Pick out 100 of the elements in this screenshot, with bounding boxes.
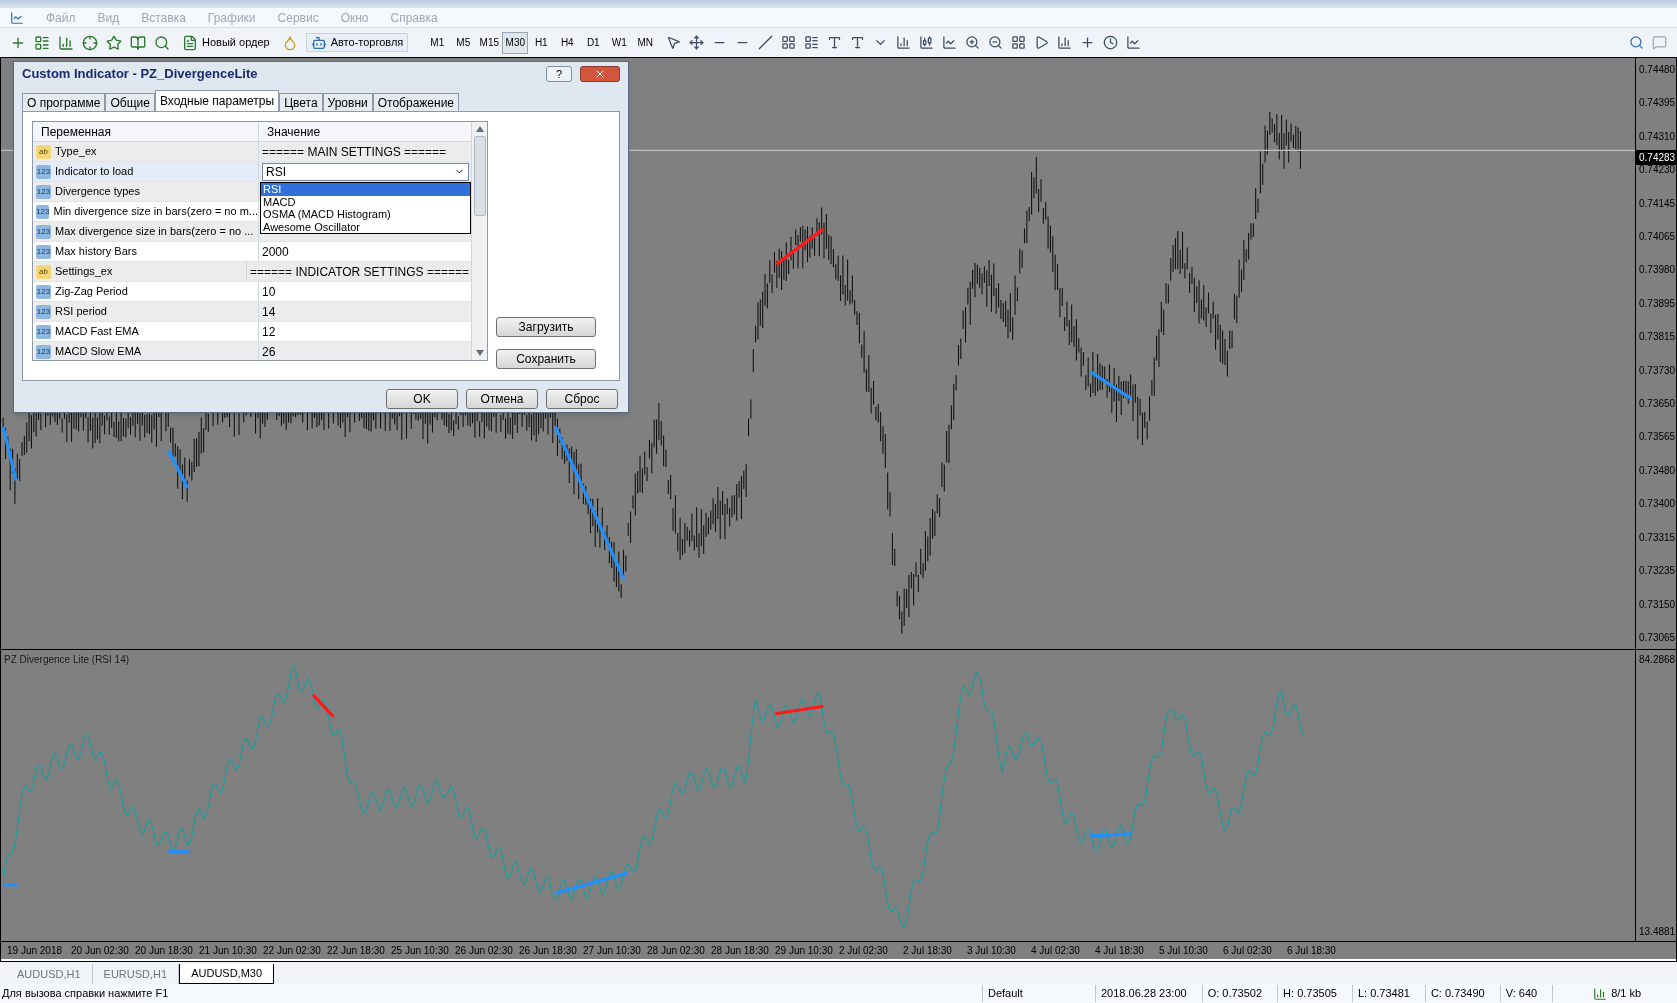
parameter-value: 10: [262, 283, 276, 301]
side-button[interactable]: Загрузить: [496, 317, 596, 337]
time-label: 22 Jun 18:30: [327, 944, 386, 958]
help-button[interactable]: ?: [546, 66, 572, 82]
price-label: 0.73565: [1639, 430, 1676, 445]
time-label: 2 Jul 18:30: [903, 944, 953, 958]
time-label: 26 Jun 18:30: [519, 944, 578, 958]
price-label: 0.73980: [1639, 263, 1676, 278]
traffic-text: 8/1 kb: [1611, 986, 1642, 1002]
dialog-tab[interactable]: Цвета: [279, 93, 323, 111]
dropdown-option[interactable]: RSI: [261, 183, 470, 196]
bullish-divergence-line: [1, 426, 18, 481]
timeframe-button[interactable]: D1: [580, 31, 607, 54]
search-icon[interactable]: [1629, 35, 1644, 50]
type-badge: 123: [36, 284, 51, 299]
scrollbar[interactable]: [471, 122, 487, 360]
bullish-divergence-line: [166, 449, 189, 489]
parameter-row[interactable]: 123 Zig-Zag Period 10: [33, 282, 471, 302]
dropdown-option[interactable]: Awesome Oscillator: [261, 220, 470, 233]
line-chart-icon[interactable]: [942, 35, 958, 50]
column-header[interactable]: Переменная: [33, 122, 259, 141]
type-badge: ab: [36, 264, 51, 279]
type-badge: 123: [36, 304, 51, 319]
parameter-row[interactable]: 123 MACD Slow EMA 26: [33, 342, 471, 360]
dropdown-option[interactable]: OSMA (MACD Histogram): [261, 208, 470, 221]
dialog-tab[interactable]: Входные параметры: [154, 90, 280, 111]
timeframe-button[interactable]: M15: [476, 31, 503, 54]
time-label: 6 Jul 02:30: [1223, 944, 1273, 958]
current-price-label: 0.74283: [1636, 150, 1677, 165]
new-order-icon: [182, 34, 198, 51]
auto-trading-button[interactable]: Авто-торговля: [305, 33, 409, 52]
time-label: 20 Jun 18:30: [135, 944, 194, 958]
scroll-up-arrow-icon[interactable]: [475, 126, 484, 132]
favorites-icon[interactable]: [106, 34, 122, 51]
zoom-in-icon[interactable]: [965, 35, 981, 50]
chart-tab[interactable]: AUDUSD,M30: [179, 964, 275, 984]
close-button[interactable]: [580, 66, 620, 82]
parameter-name: Min divergence size in bars(zero = no m...: [53, 204, 258, 220]
timeframe-button[interactable]: MN: [632, 31, 659, 54]
parameter-name: Max history Bars: [55, 244, 137, 260]
price-label: 0.73895: [1639, 296, 1676, 311]
timeframe-button[interactable]: H1: [528, 31, 555, 54]
time-label: 4 Jul 18:30: [1095, 944, 1145, 958]
parameter-row[interactable]: 123 Max history Bars 2000: [33, 242, 471, 262]
parameter-name: MACD Fast EMA: [55, 324, 139, 340]
timeframe-button[interactable]: M1: [424, 31, 451, 54]
type-badge: 123: [36, 324, 51, 339]
time-label: 19 Jun 2018: [7, 944, 64, 958]
price-label: 0.73400: [1639, 497, 1676, 512]
scroll-down-arrow-icon[interactable]: [475, 350, 484, 356]
text-label-icon[interactable]: [850, 35, 866, 50]
type-badge: 123: [36, 244, 51, 259]
parameter-row[interactable]: 123 MACD Fast EMA 12: [33, 322, 471, 342]
type-badge: 123: [36, 164, 51, 179]
type-badge: ab: [36, 144, 51, 159]
new-order-button[interactable]: Новый ордер: [178, 34, 274, 51]
dialog-tab[interactable]: Уровни: [322, 93, 373, 111]
dialog-button[interactable]: Отмена: [466, 389, 538, 409]
parameter-name: RSI period: [55, 304, 107, 320]
side-button[interactable]: Сохранить: [496, 349, 596, 369]
tile-windows-icon[interactable]: [1011, 35, 1027, 50]
parameter-name: MACD Slow EMA: [55, 344, 142, 360]
timeframe-button[interactable]: M30: [502, 31, 529, 54]
parameter-row[interactable]: ab Settings_ex ====== INDICATOR SETTINGS ======: [33, 262, 471, 282]
zoom-out-icon[interactable]: [988, 35, 1004, 50]
indicator-dropdown[interactable]: RSI: [262, 162, 469, 181]
trendline-icon[interactable]: [758, 35, 774, 50]
indicator-min-label: 13.4881: [1639, 925, 1676, 939]
periods-icon[interactable]: [1103, 35, 1119, 50]
dialog-tab[interactable]: Общие: [105, 93, 155, 111]
price-label: 0.73815: [1639, 330, 1676, 345]
dialog-button[interactable]: OK: [386, 389, 458, 409]
status-field: O: 0.73502: [1201, 985, 1268, 1002]
parameter-row[interactable]: 123 RSI period 14: [33, 302, 471, 322]
price-label: 0.73480: [1639, 463, 1676, 478]
dialog-tab[interactable]: О программе: [22, 93, 106, 111]
dialog-button[interactable]: Сброс: [546, 389, 618, 409]
bar-chart-icon[interactable]: [896, 35, 912, 50]
column-header[interactable]: Значение: [259, 122, 471, 141]
dialog-tab[interactable]: Отображение: [372, 93, 459, 111]
text-icon[interactable]: [827, 35, 843, 50]
cursor-icon[interactable]: [666, 35, 682, 50]
price-label: 0.73235: [1639, 564, 1676, 579]
timeframe-button[interactable]: M5: [450, 31, 477, 54]
time-label: 20 Jun 02:30: [71, 944, 130, 958]
time-label: 6 Jul 18:30: [1287, 944, 1337, 958]
indicator-max-label: 84.2868: [1639, 653, 1676, 667]
time-label: 27 Jun 10:30: [583, 944, 642, 958]
time-label: 29 Jun 10:30: [775, 944, 834, 958]
timeframe-button[interactable]: W1: [606, 31, 633, 54]
parameter-value: 14: [262, 303, 276, 321]
parameter-row[interactable]: ab Type_ex ====== MAIN SETTINGS ======: [33, 142, 471, 162]
type-badge: 123: [36, 184, 51, 199]
candlestick-icon[interactable]: [919, 35, 935, 50]
parameter-name: Divergence types: [55, 184, 140, 200]
price-label: 0.73730: [1639, 363, 1676, 378]
dropdown-value: RSI: [266, 163, 287, 181]
status-field: C: 0.73490: [1424, 985, 1490, 1002]
timeframe-button[interactable]: H4: [554, 31, 581, 54]
parameter-row[interactable]: 123 Indicator to load RSI: [33, 162, 471, 182]
